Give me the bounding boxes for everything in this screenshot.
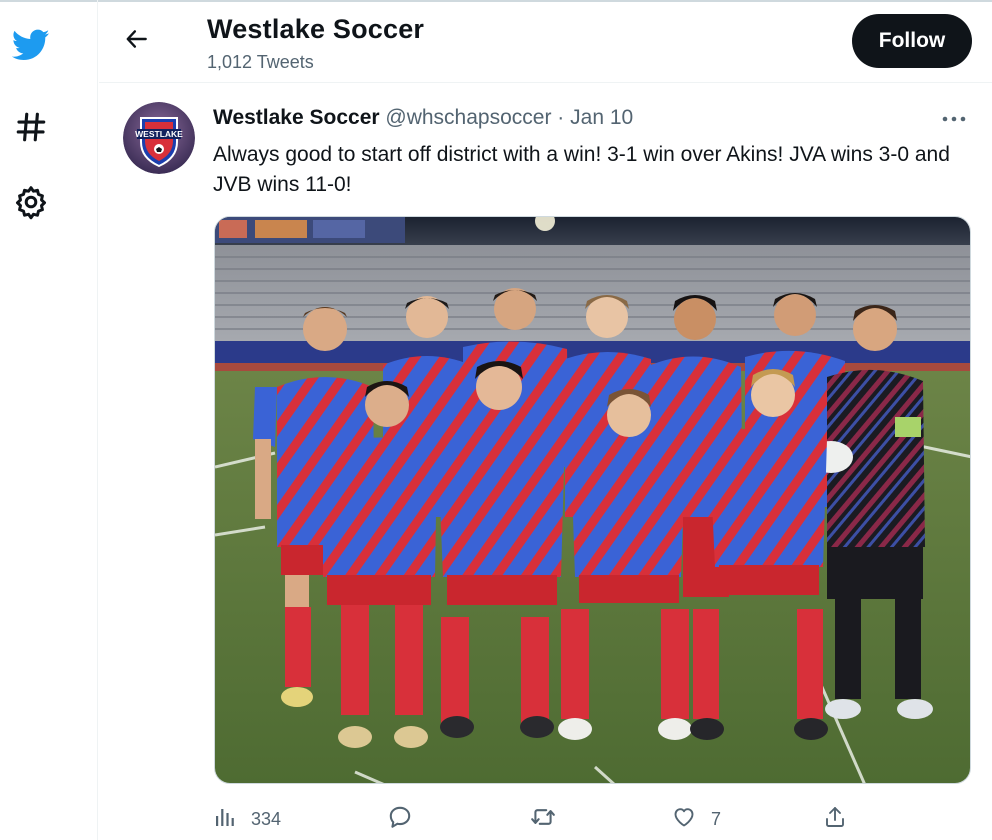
- likes-count: 7: [711, 808, 722, 829]
- analytics-bars-icon: [213, 805, 237, 834]
- more-options-button[interactable]: [936, 104, 972, 134]
- tweet-meta: Westlake Soccer @whschapsoccer · Jan 10: [213, 106, 633, 130]
- share-upload-icon: [823, 804, 847, 835]
- author-handle[interactable]: @whschapsoccer: [385, 106, 551, 129]
- reply-button[interactable]: [387, 796, 413, 840]
- tweet-actions: 334 7: [213, 796, 853, 840]
- tweet-count: 1,012 Tweets: [207, 52, 314, 72]
- twitter-logo-icon[interactable]: [8, 22, 54, 68]
- left-navigation: [0, 0, 98, 840]
- reply-bubble-icon: [387, 804, 413, 835]
- tweet-photo[interactable]: [214, 216, 971, 784]
- views-button[interactable]: 334: [213, 796, 281, 840]
- back-button[interactable]: [117, 21, 157, 61]
- svg-text:WESTLAKE: WESTLAKE: [135, 129, 183, 139]
- author-name[interactable]: Westlake Soccer: [213, 106, 380, 129]
- share-button[interactable]: [823, 796, 847, 840]
- meta-separator: ·: [557, 106, 565, 129]
- tweet[interactable]: WESTLAKE Westlake Soccer @whschapsoccer …: [99, 84, 992, 840]
- tweet-date[interactable]: Jan 10: [570, 106, 633, 129]
- profile-title: Westlake Soccer: [207, 14, 425, 44]
- avatar[interactable]: WESTLAKE: [123, 102, 195, 174]
- retweet-button[interactable]: [529, 796, 557, 840]
- views-count: 334: [251, 808, 282, 829]
- back-arrow-icon: [124, 26, 150, 57]
- tweet-text: Always good to start off district with a…: [213, 143, 950, 196]
- follow-button[interactable]: Follow: [852, 14, 972, 68]
- profile-header: Westlake Soccer 1,012 Tweets Follow: [99, 2, 992, 83]
- hashtag-icon[interactable]: [8, 104, 54, 150]
- main-column: Westlake Soccer 1,012 Tweets Follow WEST…: [99, 2, 992, 840]
- heart-icon: [671, 805, 697, 834]
- settings-gear-icon[interactable]: [8, 179, 54, 225]
- more-dots-icon: [941, 110, 967, 128]
- like-button[interactable]: 7: [671, 796, 721, 840]
- retweet-icon: [529, 804, 557, 835]
